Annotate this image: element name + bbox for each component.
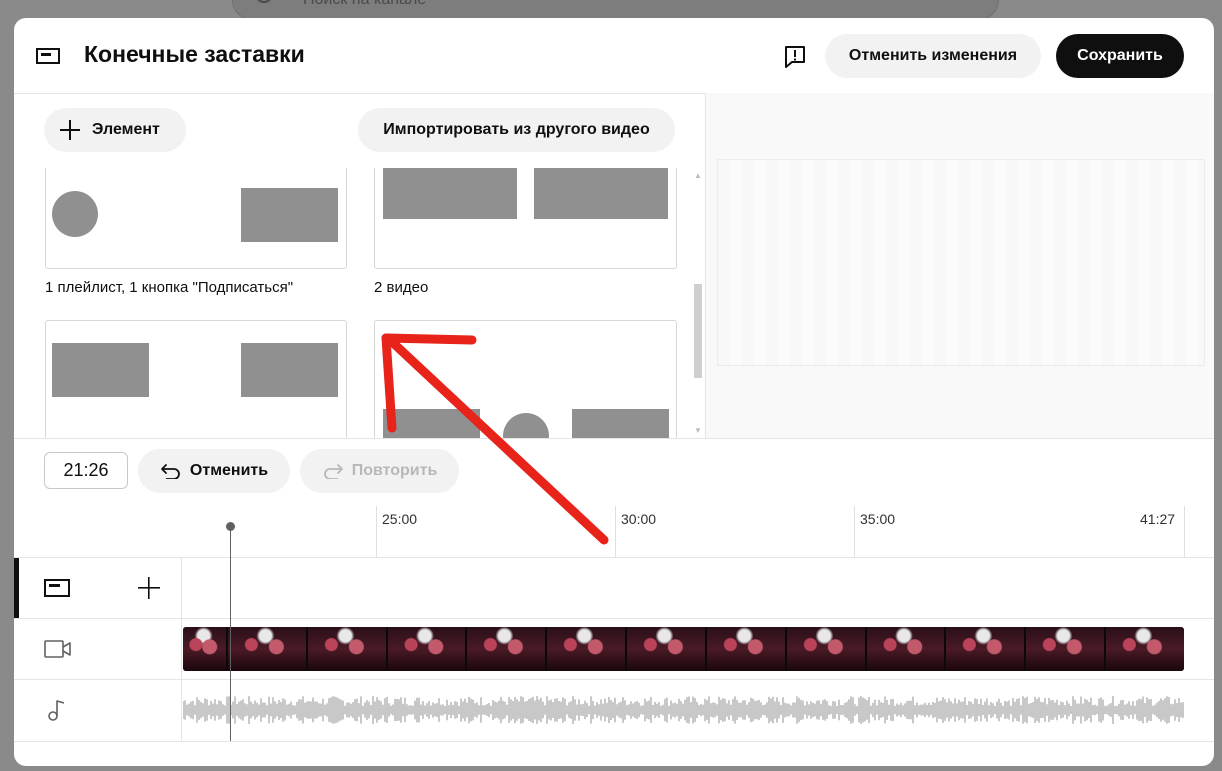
active-track-indicator [14,558,19,619]
search-icon [255,0,273,3]
template-card-videos-subscribe[interactable] [374,320,677,438]
templates-pane: Элемент Импортировать из другого видео 1… [14,93,705,438]
video-frame-thumbnail [627,627,707,671]
current-time-field[interactable]: 21:26 [44,452,128,489]
video-preview[interactable] [717,159,1205,366]
video-frame-thumbnail [307,627,388,671]
template-label: 2 видео [374,279,429,296]
video-track [14,618,1214,680]
video-placeholder [572,409,669,438]
feedback-icon[interactable] [784,45,806,69]
plus-icon [60,120,80,140]
subscribe-placeholder [52,191,98,237]
end-screen-icon [44,579,70,597]
template-card-two-videos[interactable] [374,168,677,269]
template-scrollbar[interactable]: ▲ ▼ [692,168,702,438]
video-placeholder [52,343,149,397]
video-frame-thumbnail [946,627,1027,671]
page-title: Конечные заставки [84,41,305,67]
audio-track [14,679,1214,742]
tick-line [854,506,855,558]
template-list: 1 плейлист, 1 кнопка "Подписаться" 2 вид… [14,168,692,438]
tick-line [376,506,377,558]
redo-icon [323,464,343,479]
video-frame-thumbnail [227,627,308,671]
video-track-label [14,619,182,680]
playhead-line[interactable] [230,523,231,741]
end-screen-dialog: Конечные заставки Отменить изменения Сох… [14,18,1214,766]
add-element-label: Элемент [92,121,160,138]
channel-search-placeholder: Поиск на канале [303,0,426,9]
playhead-handle[interactable] [226,522,235,531]
add-end-screen-element-icon[interactable] [137,576,161,600]
video-filmstrip[interactable] [183,627,1184,671]
video-frame-thumbnail [387,627,468,671]
subscribe-placeholder [503,413,549,438]
undo-icon [161,464,180,479]
end-screen-track-label [14,558,182,619]
audio-track-label [14,680,182,741]
redo-label: Повторить [351,462,438,479]
tick-label: 35:00 [860,511,896,527]
video-placeholder [383,409,480,438]
tick-label: 41:27 [1140,511,1176,527]
editor-divider [14,438,1214,439]
timeline-ruler[interactable]: 25:00 30:00 35:00 41:27 [182,506,1214,558]
video-frame-thumbnail [1106,627,1184,671]
tick-line [1184,506,1185,558]
scroll-down-arrow-icon[interactable]: ▼ [694,426,702,435]
audio-waveform[interactable] [183,694,1184,726]
end-screen-icon [36,48,60,64]
playlist-placeholder [241,188,338,242]
video-frame-thumbnail [547,627,628,671]
dialog-header: Конечные заставки Отменить изменения Сох… [14,18,1214,93]
tick-line [615,506,616,558]
end-screen-track [14,557,1214,619]
video-placeholder [534,168,668,219]
template-card-playlist-subscribe[interactable] [45,168,347,269]
tick-label: 25:00 [382,511,418,527]
video-camera-icon [44,640,71,658]
template-card-two-videos-alt[interactable] [45,320,347,438]
undo-label: Отменить [189,462,269,479]
video-frame-thumbnail [706,627,787,671]
video-preview-pane [705,93,1214,438]
video-frame-thumbnail [786,627,867,671]
import-from-video-button[interactable]: Импортировать из другого видео [358,108,675,152]
add-element-button[interactable]: Элемент [44,108,186,152]
music-note-icon [48,700,65,721]
tick-label: 30:00 [621,511,657,527]
template-label: 1 плейлист, 1 кнопка "Подписаться" [45,279,294,296]
video-frame-thumbnail [866,627,947,671]
undo-button[interactable]: Отменить [138,449,290,493]
video-placeholder [241,343,338,397]
video-placeholder [383,168,517,219]
redo-button[interactable]: Повторить [300,449,459,493]
save-button[interactable]: Сохранить [1056,34,1184,78]
channel-search-bar: Поиск на канале [232,0,999,20]
video-frame-thumbnail [183,627,228,671]
discard-changes-button[interactable]: Отменить изменения [825,34,1041,78]
scroll-up-arrow-icon[interactable]: ▲ [694,171,702,180]
scrollbar-thumb[interactable] [694,284,702,378]
video-frame-thumbnail [1026,627,1107,671]
video-frame-thumbnail [467,627,548,671]
